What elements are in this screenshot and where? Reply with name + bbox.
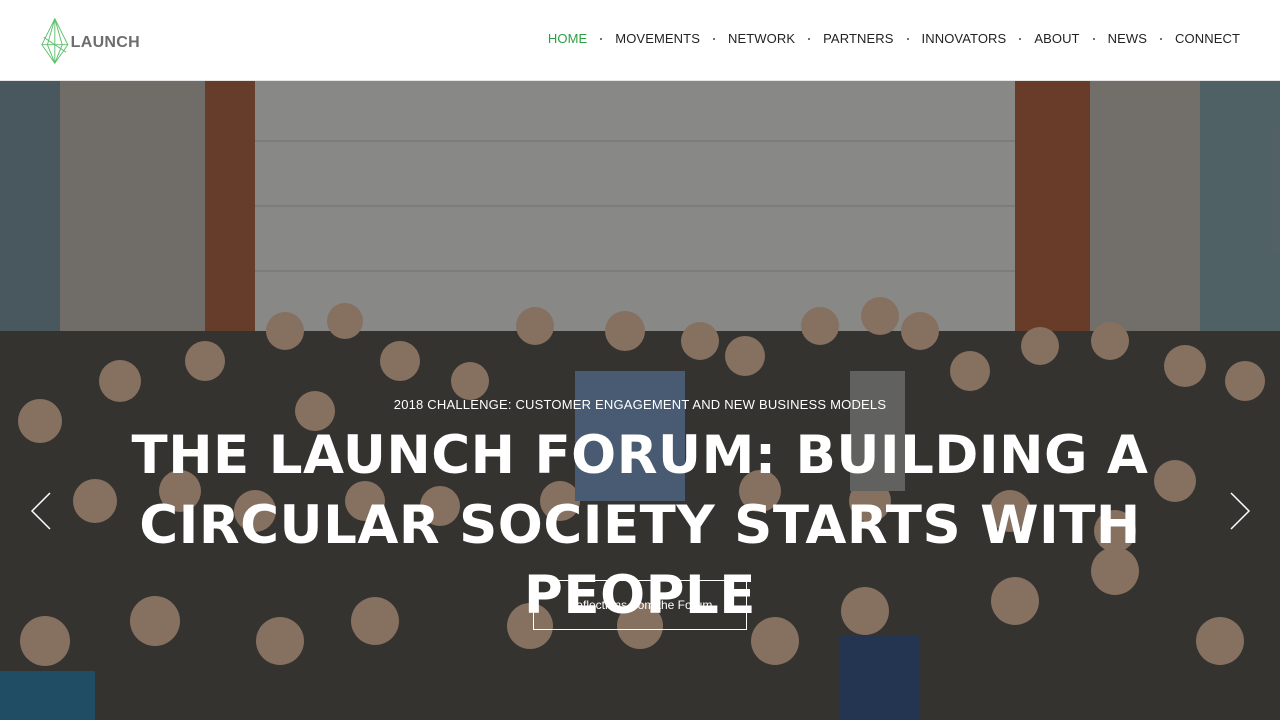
nav-item-news[interactable]: NEWS [1108,31,1147,46]
nav-separator [1019,37,1022,40]
nav-separator [808,37,811,40]
nav-separator [600,37,603,40]
nav-item-connect[interactable]: CONNECT [1175,31,1240,46]
nav-item-partners[interactable]: PARTNERS [823,31,893,46]
site-header: LAUNCH HOME MOVEMENTS NETWORK PARTNERS I… [0,0,1280,81]
launch-logo[interactable]: LAUNCH [40,15,140,67]
nav-item-about[interactable]: ABOUT [1034,31,1079,46]
main-nav: HOME MOVEMENTS NETWORK PARTNERS INNOVATO… [548,31,1240,46]
nav-item-innovators[interactable]: INNOVATORS [922,31,1007,46]
reflections-button[interactable]: Reflections from the Forum [533,580,747,630]
nav-item-movements[interactable]: MOVEMENTS [615,31,700,46]
hero-title-line-1: THE LAUNCH FORUM: BUILDING A [131,425,1149,486]
chevron-right-icon[interactable] [1227,489,1253,533]
brand-name: LAUNCH [70,34,140,51]
chevron-left-icon[interactable] [28,489,54,533]
launch-logo-icon [41,17,69,65]
nav-item-home[interactable]: HOME [548,31,587,46]
hero-eyebrow: 2018 CHALLENGE: CUSTOMER ENGAGEMENT AND … [393,397,887,412]
hero-slider: 2018 CHALLENGE: CUSTOMER ENGAGEMENT AND … [0,81,1280,720]
nav-separator [1160,37,1163,40]
nav-separator [712,37,715,40]
nav-separator [1092,37,1095,40]
nav-item-network[interactable]: NETWORK [728,31,795,46]
nav-separator [906,37,909,40]
